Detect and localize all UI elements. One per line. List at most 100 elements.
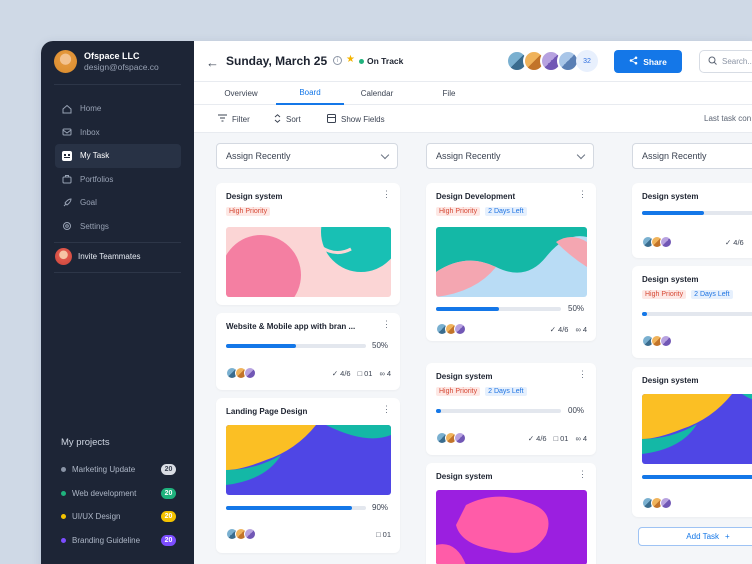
- sort-button[interactable]: Sort: [274, 114, 301, 125]
- card-title: Design system: [642, 376, 699, 385]
- progress-percent: 00%: [568, 406, 585, 415]
- assign-dropdown[interactable]: Assign Recently: [216, 143, 398, 169]
- card-stats: □ 01: [376, 530, 391, 539]
- more-options-icon[interactable]: ⋮: [382, 190, 391, 199]
- sidebar-item-home[interactable]: Home: [55, 97, 181, 121]
- more-options-icon[interactable]: ⋮: [382, 320, 391, 329]
- share-button[interactable]: Share: [614, 50, 682, 73]
- project-item-marketing-update[interactable]: Marketing Update 20: [61, 462, 176, 476]
- progress-bar: [642, 211, 752, 215]
- more-options-icon[interactable]: ⋮: [382, 405, 391, 414]
- last-task-label: Last task con: [704, 114, 752, 123]
- sidebar-item-settings[interactable]: Settings: [55, 215, 181, 239]
- status-badge: On Track: [359, 56, 403, 66]
- progress-bar: [226, 506, 366, 510]
- toolbar: Filter Sort Show Fields Last task con: [194, 105, 752, 133]
- status-label: On Track: [367, 56, 404, 66]
- tab-calendar[interactable]: Calendar: [352, 82, 402, 105]
- add-task-button[interactable]: Add Task +: [638, 527, 752, 546]
- home-icon: [62, 104, 72, 114]
- sidebar-item-goal[interactable]: Goal: [55, 191, 181, 215]
- priority-tag: High Priority: [226, 207, 271, 216]
- card-cover-image: [226, 425, 391, 495]
- sidebar-item-label: Home: [80, 104, 102, 114]
- link-icon: ∞: [575, 434, 581, 443]
- assignee-avatars: [436, 432, 466, 444]
- assign-dropdown[interactable]: Assign Recently: [632, 143, 752, 169]
- task-card[interactable]: Design system ✓ 4/6: [632, 183, 752, 258]
- assignee-avatars: [642, 236, 672, 248]
- search-input[interactable]: Search...: [699, 50, 752, 73]
- sort-icon: [274, 114, 281, 125]
- dropdown-value: Assign Recently: [642, 151, 707, 161]
- sidebar-item-my-task[interactable]: My Task: [55, 144, 181, 168]
- task-card[interactable]: Design system: [632, 367, 752, 517]
- card-title: Design Development: [436, 192, 516, 201]
- sidebar: Ofspace LLC design@ofspace.co Home Inbox…: [41, 41, 194, 564]
- invite-label: Invite Teammates: [78, 252, 141, 261]
- workspace-avatar: [54, 50, 77, 73]
- task-icon: [62, 150, 72, 161]
- fields-icon: [327, 114, 336, 125]
- card-title: Landing Page Design: [226, 407, 308, 416]
- comment-icon: □: [376, 530, 381, 539]
- more-options-icon[interactable]: ⋮: [578, 370, 587, 379]
- tab-overview[interactable]: Overview: [216, 82, 266, 105]
- workspace-name: Ofspace LLC: [84, 50, 140, 61]
- sidebar-item-inbox[interactable]: Inbox: [55, 121, 181, 145]
- due-tag: 2 Days Left: [485, 387, 527, 396]
- card-title: Design system: [226, 192, 283, 201]
- comment-count: 01: [382, 530, 391, 539]
- progress-bar: [642, 312, 752, 316]
- info-icon[interactable]: i: [333, 56, 342, 65]
- workspace-switcher[interactable]: Ofspace LLC design@ofspace.co: [54, 50, 159, 73]
- comment-count: 01: [364, 369, 373, 378]
- check-icon: ✓: [725, 238, 732, 247]
- card-cover-image: [436, 490, 587, 564]
- share-label: Share: [643, 56, 667, 67]
- more-options-icon[interactable]: ⋮: [578, 190, 587, 199]
- comment-icon: □: [553, 434, 559, 443]
- status-dot: [359, 58, 364, 64]
- due-tag: 2 Days Left: [691, 290, 733, 299]
- link-icon: ∞: [379, 369, 385, 378]
- link-count: 4: [582, 325, 587, 334]
- progress-bar: [642, 475, 752, 479]
- project-color-dot: [61, 537, 66, 543]
- task-card[interactable]: Design system High Priority 2 Days Left: [632, 266, 752, 358]
- project-item-web-development[interactable]: Web development 20: [61, 486, 176, 500]
- assign-dropdown[interactable]: Assign Recently: [426, 143, 594, 169]
- task-card[interactable]: Landing Page Design ⋮ 90% □ 01: [216, 398, 400, 553]
- task-card[interactable]: Design Development ⋮ High Priority 2 Days…: [426, 183, 596, 341]
- task-card[interactable]: Design system ⋮: [426, 463, 596, 564]
- more-options-icon[interactable]: ⋮: [578, 470, 587, 479]
- project-item-uiux-design[interactable]: UI/UX Design 20: [61, 509, 176, 523]
- project-item-branding-guideline[interactable]: Branding Guideline 20: [61, 533, 176, 547]
- card-title: Design system: [436, 472, 493, 481]
- show-fields-button[interactable]: Show Fields: [327, 114, 385, 125]
- task-card[interactable]: Website & Mobile app with bran ... ⋮ 50%…: [216, 313, 400, 390]
- priority-tag: High Priority: [436, 387, 481, 396]
- tab-file[interactable]: File: [429, 82, 469, 105]
- card-stats: ✓ 4/6 ∞ 4: [550, 325, 587, 334]
- card-cover-image: [226, 227, 391, 297]
- invite-teammates-button[interactable]: Invite Teammates: [55, 248, 141, 265]
- board-column: Assign Recently Design system ✓ 4/6 Desig…: [631, 133, 752, 564]
- chevron-down-icon: [576, 150, 586, 160]
- tab-board[interactable]: Board: [276, 82, 344, 105]
- filter-button[interactable]: Filter: [218, 114, 250, 124]
- star-icon[interactable]: ★: [346, 54, 355, 65]
- more-members-badge[interactable]: 32: [576, 50, 598, 72]
- sidebar-item-portfolios[interactable]: Portfolios: [55, 168, 181, 192]
- sort-label: Sort: [286, 115, 301, 124]
- task-card[interactable]: Design system ⋮ High Priority 2 Days Left…: [426, 363, 596, 455]
- project-color-dot: [61, 513, 66, 519]
- member-avatars[interactable]: 32: [506, 50, 598, 72]
- task-card[interactable]: Design system ⋮ High Priority: [216, 183, 400, 305]
- checklist-count: 4/6: [733, 238, 744, 247]
- search-placeholder: Search...: [722, 57, 752, 66]
- project-name: Branding Guideline: [72, 535, 141, 545]
- project-count-badge: 20: [161, 463, 176, 475]
- link-icon: ∞: [575, 325, 581, 334]
- back-arrow-icon[interactable]: ←: [206, 55, 219, 70]
